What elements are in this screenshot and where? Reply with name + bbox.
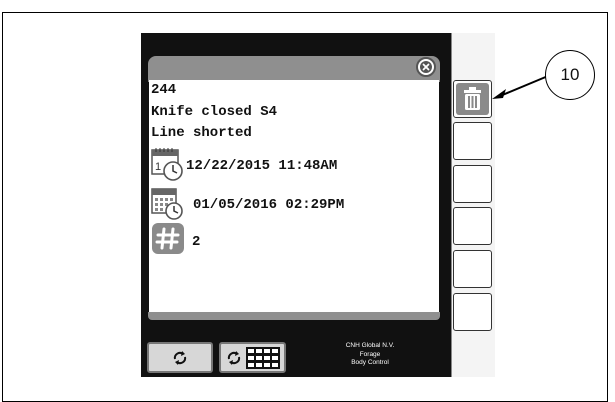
brand-label: CNH Global N.V. Forage Body Control [299, 339, 441, 376]
refresh-grid-button[interactable] [219, 342, 286, 373]
hash-icon [152, 223, 184, 254]
calendar-clock-first-icon: 1 [151, 148, 183, 181]
side-button-2[interactable] [453, 122, 492, 160]
popup-header [148, 56, 440, 82]
grid-icon [245, 346, 280, 369]
side-button-4[interactable] [453, 207, 492, 245]
last-occurrence-value: 01/05/2016 02:29PM [193, 197, 345, 213]
brand-line-module: Body Control [351, 359, 389, 366]
first-occurrence-value: 12/22/2015 11:48AM [186, 158, 338, 174]
callout-arrow [492, 75, 549, 99]
event-title: Knife closed S4 [151, 104, 278, 120]
refresh-button[interactable] [147, 342, 213, 373]
popup-footer [148, 312, 440, 320]
event-code: 244 [151, 82, 177, 98]
occurrence-count: 2 [192, 234, 201, 250]
recycle-icon [173, 350, 187, 365]
close-button[interactable] [416, 57, 436, 77]
close-icon [420, 61, 432, 73]
brand-line-company: CNH Global N.V. [345, 342, 395, 349]
side-button-3[interactable] [453, 165, 492, 203]
trash-icon [456, 83, 489, 115]
brand-line-product: Forage [359, 350, 381, 358]
delete-button[interactable] [453, 80, 492, 118]
svg-text:1: 1 [155, 161, 161, 173]
calendar-clock-last-icon [151, 188, 183, 220]
callout-number: 10 [545, 50, 595, 100]
event-description: Line shorted [151, 125, 252, 141]
side-button-5[interactable] [453, 250, 492, 288]
recycle-icon [227, 350, 240, 365]
side-button-6[interactable] [453, 293, 492, 331]
